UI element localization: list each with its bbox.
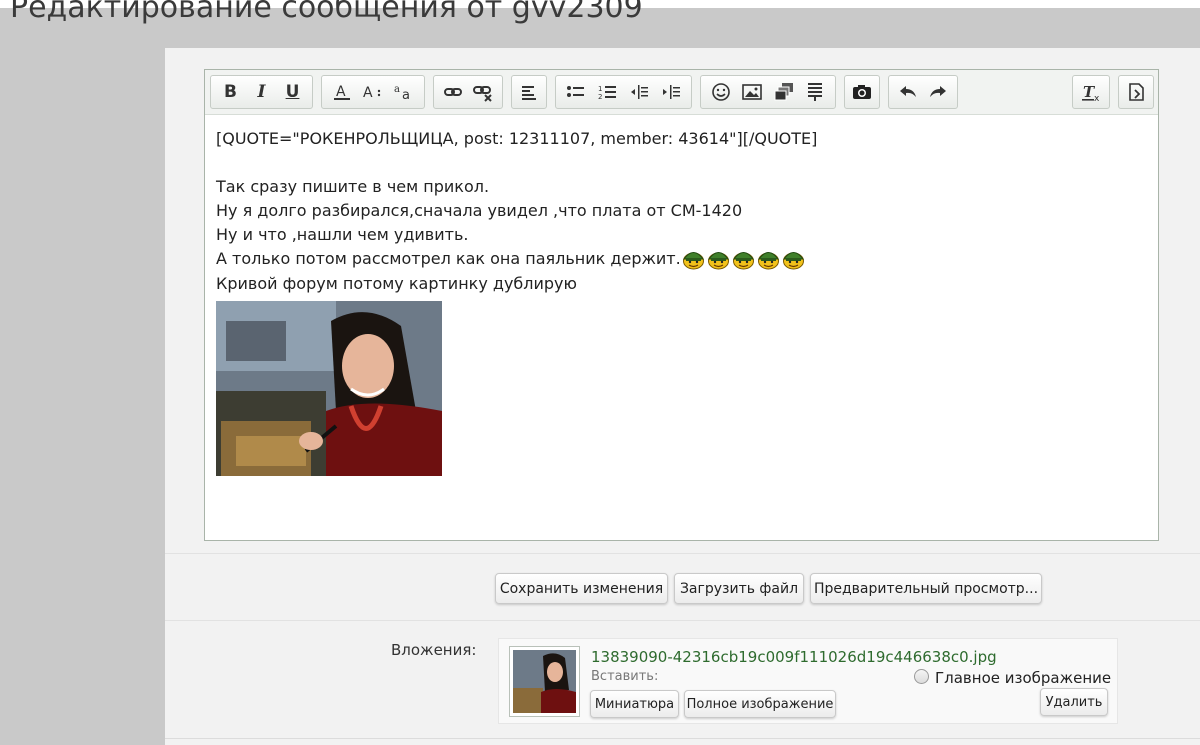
divider [165, 553, 1200, 554]
main-image-radio[interactable] [914, 669, 929, 684]
svg-text:2: 2 [598, 93, 602, 101]
main-image-label: Главное изображение [935, 669, 1112, 687]
toolbar-group-history [888, 75, 958, 109]
undo-icon[interactable] [895, 79, 921, 105]
toolbar-group-align [511, 75, 547, 109]
quote-icon[interactable] [802, 79, 828, 105]
upload-file-button[interactable]: Загрузить файл [674, 573, 804, 604]
rich-text-editor[interactable]: B I U A A aa 1 2 T x [QUOTE="РОКЕНРОЛЬЩИ… [204, 69, 1159, 541]
toolbar-group-links [433, 75, 503, 109]
toolbar-group-formatting: B I U [210, 75, 313, 109]
page-title: Редактирование сообщения от gvv2309 [10, 0, 643, 25]
svg-text:A: A [336, 84, 346, 100]
svg-text:1: 1 [598, 85, 602, 93]
font-family-icon[interactable]: aa [391, 79, 417, 105]
editor-line-text: Кривой форум потому картинку дублирую [216, 274, 577, 293]
preview-button[interactable]: Предварительный просмотр... [810, 573, 1042, 604]
toolbar-group-insert [700, 75, 836, 109]
editor-content[interactable]: [QUOTE="РОКЕНРОЛЬЩИЦА, post: 12311107, m… [216, 127, 1146, 296]
toolbar-group-camera [844, 75, 880, 109]
smilies-icon[interactable] [708, 79, 734, 105]
embedded-photo[interactable] [216, 301, 442, 476]
indent-icon[interactable] [658, 79, 684, 105]
underline-icon[interactable]: U [280, 79, 306, 105]
image-icon[interactable] [739, 79, 765, 105]
editor-line-text: А только потом рассмотрел как она паяльн… [216, 249, 681, 268]
editor-toolbar: B I U A A aa 1 2 T x [205, 70, 1158, 115]
smiley-row [682, 248, 805, 270]
text-color-icon[interactable]: A [329, 79, 355, 105]
svg-text:a: a [402, 88, 410, 102]
svg-text:A: A [363, 85, 373, 101]
toolbar-group-font: A A aa [321, 75, 425, 109]
divider [165, 620, 1200, 621]
unlink-icon[interactable] [470, 79, 496, 105]
bulleted-list-icon[interactable] [563, 79, 589, 105]
align-icon[interactable] [516, 79, 542, 105]
smiley-icon [732, 248, 755, 270]
editor-line-text: Ну я долго разбирался,сначала увидел ,чт… [216, 201, 743, 220]
editor-line-blank [216, 151, 1146, 175]
divider [165, 738, 1200, 739]
bold-icon[interactable]: B [218, 79, 244, 105]
smiley-icon [782, 248, 805, 270]
editor-line-text: Ну и что ,нашли чем удивить. [216, 225, 469, 244]
smiley-icon [707, 248, 730, 270]
editor-line-text: Так сразу пишите в чем прикол. [216, 177, 490, 196]
smiley-icon [757, 248, 780, 270]
save-changes-button[interactable]: Сохранить изменения [495, 573, 668, 604]
smiley-icon [682, 248, 705, 270]
editor-line-quote: [QUOTE="РОКЕНРОЛЬЩИЦА, post: 12311107, m… [216, 129, 818, 148]
svg-text:x: x [1094, 94, 1100, 102]
thumbnail-button[interactable]: Миниатюра [590, 690, 679, 718]
editor-line-with-smilies: А только потом рассмотрел как она паяльн… [216, 247, 1146, 272]
font-size-icon[interactable]: A [360, 79, 386, 105]
svg-text:a: a [394, 84, 400, 95]
attachments-label: Вложения: [391, 641, 477, 659]
remove-format-icon[interactable]: Tx [1078, 79, 1104, 105]
camera-icon[interactable] [849, 79, 875, 105]
outdent-icon[interactable] [626, 79, 652, 105]
toggle-bbcode-icon[interactable] [1123, 79, 1149, 105]
delete-attachment-button[interactable]: Удалить [1040, 688, 1108, 716]
link-icon[interactable] [440, 79, 466, 105]
toolbar-group-clear: Tx [1072, 75, 1110, 109]
toolbar-group-mode [1118, 75, 1154, 109]
media-icon[interactable] [771, 79, 797, 105]
redo-icon[interactable] [925, 79, 951, 105]
insert-label: Вставить: [591, 669, 659, 684]
italic-icon[interactable]: I [249, 79, 275, 105]
numbered-list-icon[interactable]: 12 [595, 79, 621, 105]
attachment-filename[interactable]: 13839090-42316cb19c009f111026d19c446638c… [591, 648, 997, 666]
toolbar-group-lists: 12 [555, 75, 692, 109]
full-image-button[interactable]: Полное изображение [684, 690, 836, 718]
attachment-thumbnail[interactable] [509, 646, 580, 717]
